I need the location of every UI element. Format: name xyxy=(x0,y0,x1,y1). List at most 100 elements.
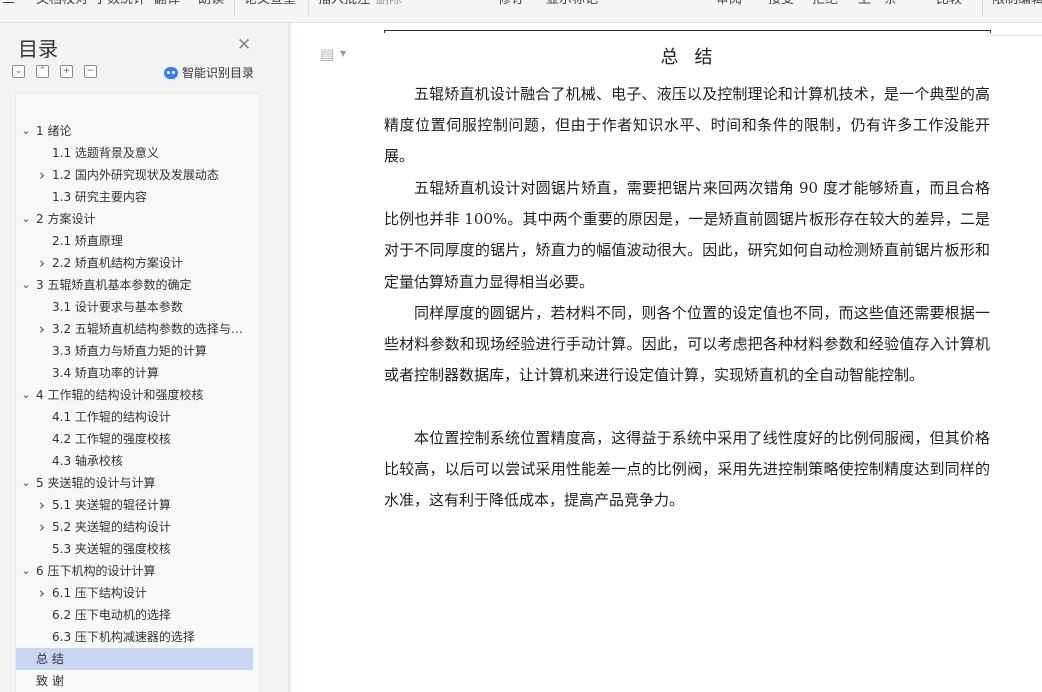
document-icon[interactable]: ▤ xyxy=(320,45,334,63)
expand-all-icon[interactable]: ⌄ xyxy=(12,65,25,78)
paragraph: 同样厚度的圆锯片，若材料不同，则各个位置的设定值也不同，而这些值还需要根据一些材… xyxy=(384,304,990,385)
toc-item[interactable]: 2.1 矫直原理 xyxy=(16,230,253,252)
toolbar-item[interactable]: 论文查重 xyxy=(244,0,296,9)
robot-icon xyxy=(164,67,178,79)
chevron-right-icon[interactable]: › xyxy=(36,516,48,538)
toc-item-label: 2 方案设计 xyxy=(36,212,96,226)
chevron-right-icon[interactable]: › xyxy=(36,494,48,516)
toc-item-label: 5 夹送辊的设计与计算 xyxy=(36,476,156,490)
chevron-right-icon[interactable]: › xyxy=(36,252,48,274)
chevron-down-icon[interactable]: ⌄ xyxy=(20,274,32,296)
toc-item[interactable]: ⌄ 5 夹送辊的设计与计算 xyxy=(16,472,253,494)
toc-item-label: 1.3 研究主要内容 xyxy=(52,190,147,204)
document-canvas: ▤ ▼ 总结 五辊矫直机设计融合了机械、电子、液压以及控制理论和计算机技术，是一… xyxy=(289,23,1042,692)
chevron-down-icon[interactable]: ⌄ xyxy=(20,472,32,494)
toc-item-label: 1.1 选题背景及意义 xyxy=(52,146,159,160)
toc-item-label: 2.2 矫直机结构方案设计 xyxy=(52,256,183,270)
toolbar-item[interactable]: 文档校对 xyxy=(36,0,88,9)
toolbar-item[interactable]: 字数统计 xyxy=(94,0,146,9)
toc-item-label: 4.3 轴承校核 xyxy=(52,454,123,468)
document-page: ▤ ▼ 总结 五辊矫直机设计融合了机械、电子、液压以及控制理论和计算机技术，是一… xyxy=(291,23,1042,692)
toc-item-label: 6.3 压下机构减速器的选择 xyxy=(52,630,195,644)
toc-item-label: 3.3 矫直力与矫直力矩的计算 xyxy=(52,344,207,358)
smart-recognize-button[interactable]: 智能识别目录 xyxy=(164,64,254,81)
toc-item[interactable]: 6.3 压下机构减速器的选择 xyxy=(16,626,253,648)
toc-item[interactable]: 6.2 压下电动机的选择 xyxy=(16,604,253,626)
toc-item[interactable]: › 6.1 压下结构设计 xyxy=(16,582,253,604)
toc-item-label: 1 绪论 xyxy=(36,124,72,138)
toolbar-item[interactable]: 比较 xyxy=(936,0,962,9)
toc-item-label: 3.2 五辊矫直机结构参数的选择与… xyxy=(52,322,243,336)
toolbar-item[interactable]: 三 xyxy=(2,0,15,9)
toc-item[interactable]: › 5.1 夹送辊的辊径计算 xyxy=(16,494,253,516)
toc-item[interactable]: ⌄ 3 五辊矫直机基本参数的确定 xyxy=(16,274,253,296)
chevron-right-icon[interactable]: › xyxy=(36,164,48,186)
paragraph: 本位置控制系统位置精度高，这得益于系统中采用了线性度好的比例伺服阀，但其价格比较… xyxy=(384,429,990,510)
toc-item-label: 4.1 工作辊的结构设计 xyxy=(52,410,171,424)
chevron-down-icon[interactable]: ⌄ xyxy=(20,208,32,230)
toc-item[interactable]: 4.1 工作辊的结构设计 xyxy=(16,406,253,428)
toolbar-item[interactable]: 限制编辑 xyxy=(992,0,1042,9)
toc-item[interactable]: 3.3 矫直力与矫直力矩的计算 xyxy=(16,340,253,362)
toolbar-item[interactable]: 插入批注 xyxy=(318,0,370,9)
chevron-right-icon[interactable]: › xyxy=(36,582,48,604)
paragraph: 五辊矫直机设计对圆锯片矫直，需要把锯片来回两次错角 90 度才能够矫直，而且合格… xyxy=(384,179,990,291)
toc-item[interactable]: ⌄ 2 方案设计 xyxy=(16,208,253,230)
remove-heading-icon[interactable]: − xyxy=(84,65,97,78)
toc-item-label: 6.2 压下电动机的选择 xyxy=(52,608,171,622)
toc-item[interactable]: › 3.2 五辊矫直机结构参数的选择与… xyxy=(16,318,253,340)
toolbar-item[interactable]: 删除 xyxy=(376,0,402,9)
toc-panel: 目录 ✕ ⌄ ⌃ + − 智能识别目录 ⌄ 1 绪论 1.1 选题背景及意义 › 1.2… xyxy=(0,23,289,692)
toc-item-label: 4 工作辊的结构设计和强度校核 xyxy=(36,388,204,402)
toolbar-item[interactable]: 修订 xyxy=(498,0,524,9)
toc-item-label: 3.4 矫直功率的计算 xyxy=(52,366,159,380)
toc-item[interactable]: ⌄ 4 工作辊的结构设计和强度校核 xyxy=(16,384,253,406)
chevron-right-icon[interactable]: › xyxy=(36,318,48,340)
toc-item[interactable]: › 5.2 夹送辊的结构设计 xyxy=(16,516,253,538)
toolbar-item[interactable]: 翻译 xyxy=(154,0,180,9)
toolbar-item[interactable]: 显示标记 xyxy=(546,0,598,9)
toc-item-label: 6.1 压下结构设计 xyxy=(52,586,147,600)
toolbar-item[interactable]: 接受 xyxy=(768,0,794,9)
toc-item-label: 5.2 夹送辊的结构设计 xyxy=(52,520,171,534)
toolbar-item[interactable]: 审阅 xyxy=(716,0,742,9)
collapse-all-icon[interactable]: ⌃ xyxy=(36,65,49,78)
toc-item[interactable]: 3.1 设计要求与基本参数 xyxy=(16,296,253,318)
toolbar-item[interactable]: 拒绝 xyxy=(812,0,838,9)
toc-item[interactable]: 5.3 夹送辊的强度校核 xyxy=(16,538,253,560)
toc-item-label: 5.1 夹送辊的辊径计算 xyxy=(52,498,171,512)
chevron-down-icon[interactable]: ⌄ xyxy=(20,560,32,582)
toc-item-label: 2.1 矫直原理 xyxy=(52,234,123,248)
toc-item-label: 6 压下机构的设计计算 xyxy=(36,564,156,578)
toolbar-item[interactable]: 朗读 xyxy=(198,0,224,9)
toc-item[interactable]: 4.3 轴承校核 xyxy=(16,450,253,472)
toc-item-label: 总 结 xyxy=(36,652,64,666)
toc-item-label: 3 五辊矫直机基本参数的确定 xyxy=(36,278,192,292)
close-icon[interactable]: ✕ xyxy=(237,35,251,55)
toc-panel-title: 目录 xyxy=(18,37,58,61)
toc-item[interactable]: 致 谢 xyxy=(16,670,253,692)
chevron-down-icon[interactable]: ⌄ xyxy=(20,120,32,142)
toc-item-label: 1.2 国内外研究现状及发展动态 xyxy=(52,168,219,182)
chevron-down-icon[interactable]: ▼ xyxy=(340,49,346,58)
paragraph: 五辊矫直机设计融合了机械、电子、液压以及控制理论和计算机技术，是一个典型的高精度… xyxy=(384,85,990,166)
toc-item-label: 5.3 夹送辊的强度校核 xyxy=(52,542,171,556)
toc-item-label: 3.1 设计要求与基本参数 xyxy=(52,300,183,314)
toc-list: ⌄ 1 绪论 1.1 选题背景及意义 › 1.2 国内外研究现状及发展动态 1.3 研究主… xyxy=(15,93,260,692)
toc-item[interactable]: 1.3 研究主要内容 xyxy=(16,186,253,208)
toc-item[interactable]: 4.2 工作辊的强度校核 xyxy=(16,428,253,450)
top-toolbar: 三 文档校对 字数统计 翻译 朗读 论文查重 插入批注 删除 修订 显示标记 审… xyxy=(0,0,1042,23)
toc-item[interactable]: 3.4 矫直功率的计算 xyxy=(16,362,253,384)
toc-item[interactable]: ⌄ 1 绪论 xyxy=(16,120,253,142)
toc-item[interactable]: › 1.2 国内外研究现状及发展动态 xyxy=(16,164,253,186)
toc-item[interactable]: 总 结 xyxy=(16,648,253,670)
toc-item[interactable]: › 2.2 矫直机结构方案设计 xyxy=(16,252,253,274)
smart-recognize-label: 智能识别目录 xyxy=(182,66,255,80)
page-border xyxy=(384,30,991,33)
toolbar-item[interactable]: 上一条 xyxy=(858,0,897,9)
toc-item-label: 致 谢 xyxy=(36,674,64,688)
add-heading-icon[interactable]: + xyxy=(60,65,73,78)
toc-item[interactable]: 1.1 选题背景及意义 xyxy=(16,142,253,164)
chevron-down-icon[interactable]: ⌄ xyxy=(20,384,32,406)
toc-item[interactable]: ⌄ 6 压下机构的设计计算 xyxy=(16,560,253,582)
